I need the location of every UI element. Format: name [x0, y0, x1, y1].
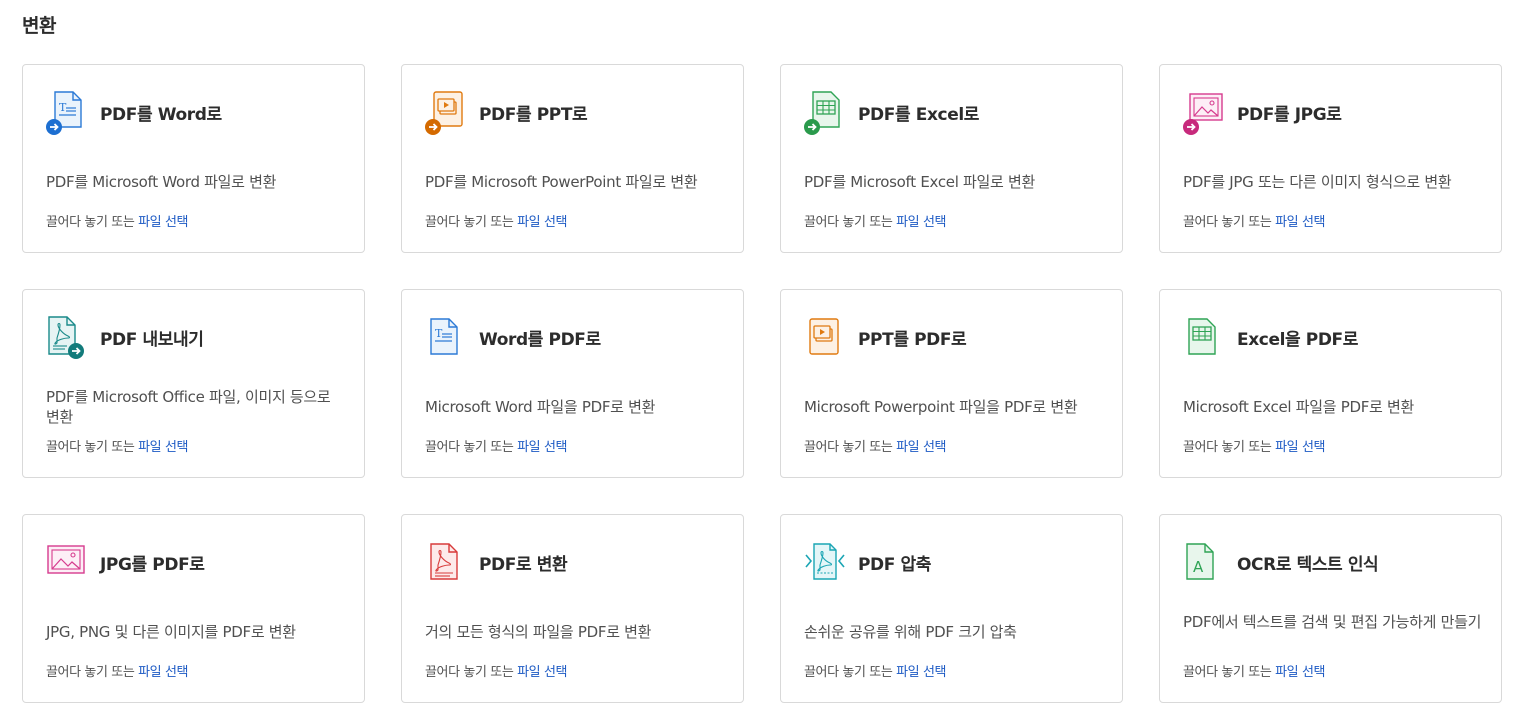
- card-compress-pdf[interactable]: PDF 압축 손쉬운 공유를 위해 PDF 크기 압축 끌어다 놓기 또는 파일…: [780, 514, 1123, 703]
- card-title: PDF를 Excel로: [858, 105, 979, 125]
- select-file-link[interactable]: 파일 선택: [896, 440, 946, 455]
- card-action: 끌어다 놓기 또는 파일 선택: [425, 436, 568, 455]
- card-title: Word를 PDF로: [479, 330, 601, 350]
- card-export-pdf[interactable]: PDF 내보내기 PDF를 Microsoft Office 파일, 이미지 등…: [22, 289, 365, 478]
- select-file-link[interactable]: 파일 선택: [1275, 440, 1325, 455]
- compress-pdf-icon: [803, 539, 845, 585]
- convert-to-pdf-icon: [424, 539, 466, 585]
- drag-drop-text: 끌어다 놓기 또는: [425, 440, 514, 455]
- card-excel-to-pdf[interactable]: Excel을 PDF로 Microsoft Excel 파일을 PDF로 변환 …: [1159, 289, 1502, 478]
- card-description: Microsoft Word 파일을 PDF로 변환: [425, 398, 656, 416]
- card-title: JPG를 PDF로: [100, 555, 205, 575]
- card-title: PDF를 PPT로: [479, 105, 588, 125]
- card-description: Microsoft Powerpoint 파일을 PDF로 변환: [804, 398, 1078, 416]
- jpg-to-pdf-icon: [45, 539, 87, 585]
- select-file-link[interactable]: 파일 선택: [138, 440, 188, 455]
- select-file-link[interactable]: 파일 선택: [1275, 215, 1325, 230]
- card-description: 손쉬운 공유를 위해 PDF 크기 압축: [804, 623, 1017, 641]
- card-description: PDF를 JPG 또는 다른 이미지 형식으로 변환: [1183, 173, 1452, 191]
- select-file-link[interactable]: 파일 선택: [138, 665, 188, 680]
- drag-drop-text: 끌어다 놓기 또는: [1183, 665, 1272, 680]
- card-title: OCR로 텍스트 인식: [1237, 555, 1379, 575]
- card-title: PPT를 PDF로: [858, 330, 967, 350]
- drag-drop-text: 끌어다 놓기 또는: [804, 665, 893, 680]
- card-ppt-to-pdf[interactable]: PPT를 PDF로 Microsoft Powerpoint 파일을 PDF로 …: [780, 289, 1123, 478]
- drag-drop-text: 끌어다 놓기 또는: [804, 440, 893, 455]
- card-title: PDF를 JPG로: [1237, 105, 1342, 125]
- card-ocr-text[interactable]: A OCR로 텍스트 인식 PDF에서 텍스트를 검색 및 편집 가능하게 만들…: [1159, 514, 1502, 703]
- card-title: PDF를 Word로: [100, 105, 222, 125]
- card-action: 끌어다 놓기 또는 파일 선택: [425, 661, 568, 680]
- drag-drop-text: 끌어다 놓기 또는: [46, 215, 135, 230]
- word-to-pdf-icon: T: [424, 314, 466, 360]
- card-pdf-to-jpg[interactable]: PDF를 JPG로 PDF를 JPG 또는 다른 이미지 형식으로 변환 끌어다…: [1159, 64, 1502, 253]
- select-file-link[interactable]: 파일 선택: [517, 665, 567, 680]
- drag-drop-text: 끌어다 놓기 또는: [804, 215, 893, 230]
- select-file-link[interactable]: 파일 선택: [1275, 665, 1325, 680]
- card-title: PDF로 변환: [479, 555, 568, 575]
- card-title: PDF 내보내기: [100, 330, 204, 350]
- card-description: PDF를 Microsoft Excel 파일로 변환: [804, 173, 1035, 191]
- card-convert-to-pdf[interactable]: PDF로 변환 거의 모든 형식의 파일을 PDF로 변환 끌어다 놓기 또는 …: [401, 514, 744, 703]
- select-file-link[interactable]: 파일 선택: [517, 215, 567, 230]
- svg-text:T: T: [59, 101, 67, 114]
- select-file-link[interactable]: 파일 선택: [896, 215, 946, 230]
- tool-card-grid: T PDF를 Word로 PDF를 Microsoft Word 파일로 변환 …: [22, 64, 1502, 703]
- excel-to-pdf-icon: [1182, 314, 1224, 360]
- card-action: 끌어다 놓기 또는 파일 선택: [46, 661, 189, 680]
- pdf-to-jpg-icon: [1182, 89, 1224, 135]
- card-title: PDF 압축: [858, 555, 931, 575]
- ocr-text-icon: A: [1182, 539, 1224, 585]
- card-description: PDF를 Microsoft Office 파일, 이미지 등으로 변환: [46, 388, 331, 426]
- card-action: 끌어다 놓기 또는 파일 선택: [1183, 436, 1326, 455]
- card-action: 끌어다 놓기 또는 파일 선택: [1183, 211, 1326, 230]
- card-action: 끌어다 놓기 또는 파일 선택: [804, 436, 947, 455]
- card-action: 끌어다 놓기 또는 파일 선택: [1183, 661, 1326, 680]
- drag-drop-text: 끌어다 놓기 또는: [46, 440, 135, 455]
- pdf-to-excel-icon: [803, 89, 845, 135]
- pdf-to-word-icon: T: [45, 89, 87, 135]
- card-action: 끌어다 놓기 또는 파일 선택: [804, 661, 947, 680]
- card-action: 끌어다 놓기 또는 파일 선택: [804, 211, 947, 230]
- drag-drop-text: 끌어다 놓기 또는: [1183, 215, 1272, 230]
- select-file-link[interactable]: 파일 선택: [138, 215, 188, 230]
- card-action: 끌어다 놓기 또는 파일 선택: [46, 211, 189, 230]
- card-description: PDF를 Microsoft Word 파일로 변환: [46, 173, 277, 191]
- export-pdf-icon: [45, 314, 87, 360]
- card-title: Excel을 PDF로: [1237, 330, 1358, 350]
- card-description: JPG, PNG 및 다른 이미지를 PDF로 변환: [46, 623, 296, 641]
- drag-drop-text: 끌어다 놓기 또는: [1183, 440, 1272, 455]
- card-pdf-to-excel[interactable]: PDF를 Excel로 PDF를 Microsoft Excel 파일로 변환 …: [780, 64, 1123, 253]
- drag-drop-text: 끌어다 놓기 또는: [425, 665, 514, 680]
- select-file-link[interactable]: 파일 선택: [896, 665, 946, 680]
- ppt-to-pdf-icon: [803, 314, 845, 360]
- card-description: PDF를 Microsoft PowerPoint 파일로 변환: [425, 173, 698, 191]
- card-action: 끌어다 놓기 또는 파일 선택: [425, 211, 568, 230]
- drag-drop-text: 끌어다 놓기 또는: [425, 215, 514, 230]
- card-jpg-to-pdf[interactable]: JPG를 PDF로 JPG, PNG 및 다른 이미지를 PDF로 변환 끌어다…: [22, 514, 365, 703]
- svg-text:A: A: [1193, 558, 1204, 576]
- card-description: 거의 모든 형식의 파일을 PDF로 변환: [425, 623, 652, 641]
- card-pdf-to-word[interactable]: T PDF를 Word로 PDF를 Microsoft Word 파일로 변환 …: [22, 64, 365, 253]
- svg-text:T: T: [435, 327, 443, 340]
- drag-drop-text: 끌어다 놓기 또는: [46, 665, 135, 680]
- select-file-link[interactable]: 파일 선택: [517, 440, 567, 455]
- section-title: 변환: [22, 15, 56, 37]
- card-pdf-to-ppt[interactable]: PDF를 PPT로 PDF를 Microsoft PowerPoint 파일로 …: [401, 64, 744, 253]
- card-description: Microsoft Excel 파일을 PDF로 변환: [1183, 398, 1414, 416]
- card-word-to-pdf[interactable]: T Word를 PDF로 Microsoft Word 파일을 PDF로 변환 …: [401, 289, 744, 478]
- card-action: 끌어다 놓기 또는 파일 선택: [46, 436, 189, 455]
- pdf-to-ppt-icon: [424, 89, 466, 135]
- card-description: PDF에서 텍스트를 검색 및 편집 가능하게 만들기: [1183, 613, 1482, 631]
